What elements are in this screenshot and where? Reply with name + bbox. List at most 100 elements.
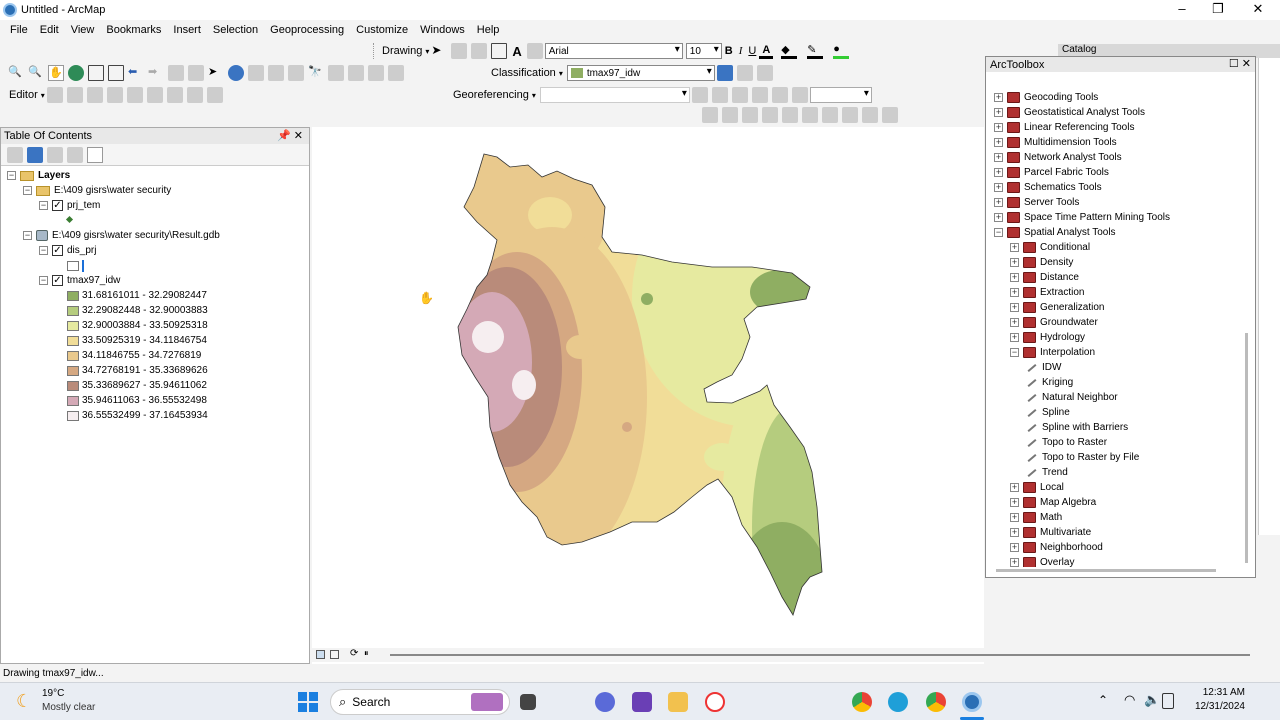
layer-visibility-checkbox[interactable]: ✓ — [52, 245, 63, 256]
refresh-icon[interactable]: ⟳ — [350, 648, 358, 659]
menu-help[interactable]: Help — [471, 24, 506, 36]
layer-prj-tem[interactable]: − ✓ prj_tem — [39, 198, 100, 213]
maximize-button[interactable]: ❐ — [1200, 0, 1236, 20]
weather-desc[interactable]: Mostly clear — [42, 702, 95, 713]
expand-icon[interactable]: + — [994, 183, 1003, 192]
group-folder-1[interactable]: − E:\409 gisrs\water security — [23, 183, 171, 198]
chrome-profile-icon[interactable] — [926, 692, 946, 712]
rotate-georef-icon[interactable] — [691, 87, 708, 103]
group-gdb[interactable]: − E:\409 gisrs\water security\Result.gdb — [23, 228, 220, 243]
toolbox-tool[interactable]: Natural Neighbor — [1026, 390, 1118, 405]
weather-temp[interactable]: 19°C — [42, 688, 64, 699]
toolbox-item[interactable]: + Map Algebra — [1010, 495, 1096, 510]
viewer-icon[interactable] — [388, 65, 404, 81]
legend-class[interactable]: 35.94611063 - 36.55532498 — [67, 393, 207, 408]
text-tool-icon[interactable]: A — [509, 44, 524, 59]
toolbox-item[interactable]: + Math — [1010, 510, 1062, 525]
edit-annotation-icon[interactable] — [66, 87, 83, 103]
identify-icon[interactable] — [228, 65, 244, 81]
chrome-icon[interactable] — [852, 692, 872, 712]
georeferencing-menu[interactable]: Georeferencing — [450, 89, 532, 101]
go-to-xy-icon[interactable] — [348, 65, 364, 81]
app-q-icon[interactable] — [705, 692, 725, 712]
underline-button[interactable]: U — [745, 45, 759, 57]
clock-time[interactable]: 12:31 AM — [1200, 687, 1245, 698]
menu-customize[interactable]: Customize — [350, 24, 414, 36]
edge-icon[interactable] — [888, 692, 908, 712]
select-elements-icon[interactable]: ➤ — [431, 43, 447, 59]
toolbox-item[interactable]: + Hydrology — [1010, 330, 1085, 345]
list-by-source-icon[interactable] — [27, 146, 43, 163]
layout-view-button[interactable] — [330, 650, 339, 659]
collapse-icon[interactable]: − — [7, 171, 16, 180]
toolbox-tool[interactable]: Spline with Barriers — [1026, 420, 1128, 435]
html-popup-icon[interactable] — [268, 65, 284, 81]
taskbar-search-box[interactable]: ⌕ Search — [330, 689, 510, 715]
line-color-icon[interactable]: ✎ — [807, 43, 824, 59]
back-extent-icon[interactable]: ⬅ — [128, 65, 144, 81]
legend-class[interactable]: 36.55532499 - 37.16453934 — [67, 408, 208, 423]
vertical-scrollbar-thumb[interactable] — [1245, 333, 1248, 563]
draw-polygon-icon[interactable] — [736, 65, 753, 81]
expand-icon[interactable]: + — [1010, 543, 1019, 552]
menu-edit[interactable]: Edit — [34, 24, 65, 36]
full-extent-icon[interactable] — [68, 65, 84, 81]
expand-icon[interactable]: + — [1010, 333, 1019, 342]
toolbox-item[interactable]: − Interpolation — [1010, 345, 1095, 360]
route-icon[interactable] — [328, 65, 344, 81]
map-canvas[interactable]: ✋ — [312, 127, 984, 664]
collapse-icon[interactable]: − — [1010, 348, 1019, 357]
expand-icon[interactable]: + — [1010, 558, 1019, 567]
layer-tmax97-idw[interactable]: − ✓ tmax97_idw — [39, 273, 120, 288]
collapse-icon[interactable]: − — [23, 231, 32, 240]
media-app-icon[interactable] — [632, 692, 652, 712]
training-sample-manager-icon[interactable] — [716, 65, 733, 81]
file-explorer-icon[interactable] — [668, 692, 688, 712]
georef-scale-input[interactable] — [809, 87, 872, 103]
font-color-icon[interactable]: A — [759, 44, 774, 59]
effects-icon-6[interactable] — [802, 107, 818, 123]
expand-icon[interactable]: + — [1010, 318, 1019, 327]
effects-icon-4[interactable] — [762, 107, 778, 123]
expand-icon[interactable]: + — [994, 153, 1003, 162]
georef-layer-select[interactable] — [539, 87, 690, 103]
horizontal-scrollbar[interactable] — [390, 654, 1250, 656]
collapse-icon[interactable]: − — [994, 228, 1003, 237]
toolbox-tool[interactable]: Kriging — [1026, 375, 1073, 390]
minimize-button[interactable]: – — [1164, 0, 1200, 20]
expand-icon[interactable]: + — [994, 93, 1003, 102]
show-hidden-icons[interactable]: ⌃ — [1098, 693, 1108, 707]
expand-icon[interactable]: + — [994, 213, 1003, 222]
scale-icon[interactable] — [731, 87, 748, 103]
view-link-table-icon[interactable] — [771, 87, 788, 103]
toc-pin-close[interactable]: 📌 ✕ — [277, 129, 303, 142]
menu-view[interactable]: View — [65, 24, 101, 36]
effects-icon-2[interactable] — [722, 107, 738, 123]
menu-file[interactable]: File — [4, 24, 34, 36]
classification-menu[interactable]: Classification — [488, 67, 559, 79]
horizontal-scrollbar-thumb[interactable] — [996, 569, 1216, 572]
hyperlink-icon[interactable] — [248, 65, 264, 81]
fixed-zoom-in-icon[interactable] — [88, 65, 104, 81]
effects-icon-7[interactable] — [822, 107, 838, 123]
menu-insert[interactable]: Insert — [167, 24, 207, 36]
bold-button[interactable]: B — [722, 45, 736, 57]
find-icon[interactable]: 🔭 — [308, 65, 324, 81]
layer-visibility-checkbox[interactable]: ✓ — [52, 200, 63, 211]
toolbox-item[interactable]: + Geostatistical Analyst Tools — [994, 105, 1145, 120]
expand-icon[interactable]: + — [1010, 273, 1019, 282]
expand-icon[interactable]: + — [1010, 243, 1019, 252]
toolbox-tool[interactable]: Trend — [1026, 465, 1068, 480]
select-elements-tool-icon[interactable]: ➤ — [208, 65, 224, 81]
font-size-select[interactable]: 10 — [685, 43, 722, 59]
toolbox-item[interactable]: + Groundwater — [1010, 315, 1098, 330]
toolbox-item[interactable]: + Multivariate — [1010, 525, 1091, 540]
expand-icon[interactable]: + — [1010, 303, 1019, 312]
toolbox-item[interactable]: + Multidimension Tools — [994, 135, 1117, 150]
zoom-out-icon[interactable]: 🔍 — [28, 65, 44, 81]
effects-icon-5[interactable] — [782, 107, 798, 123]
collapse-icon[interactable]: − — [23, 186, 32, 195]
add-control-points-icon[interactable] — [751, 87, 768, 103]
shift-icon[interactable] — [711, 87, 728, 103]
toolbox-item[interactable]: + Server Tools — [994, 195, 1079, 210]
